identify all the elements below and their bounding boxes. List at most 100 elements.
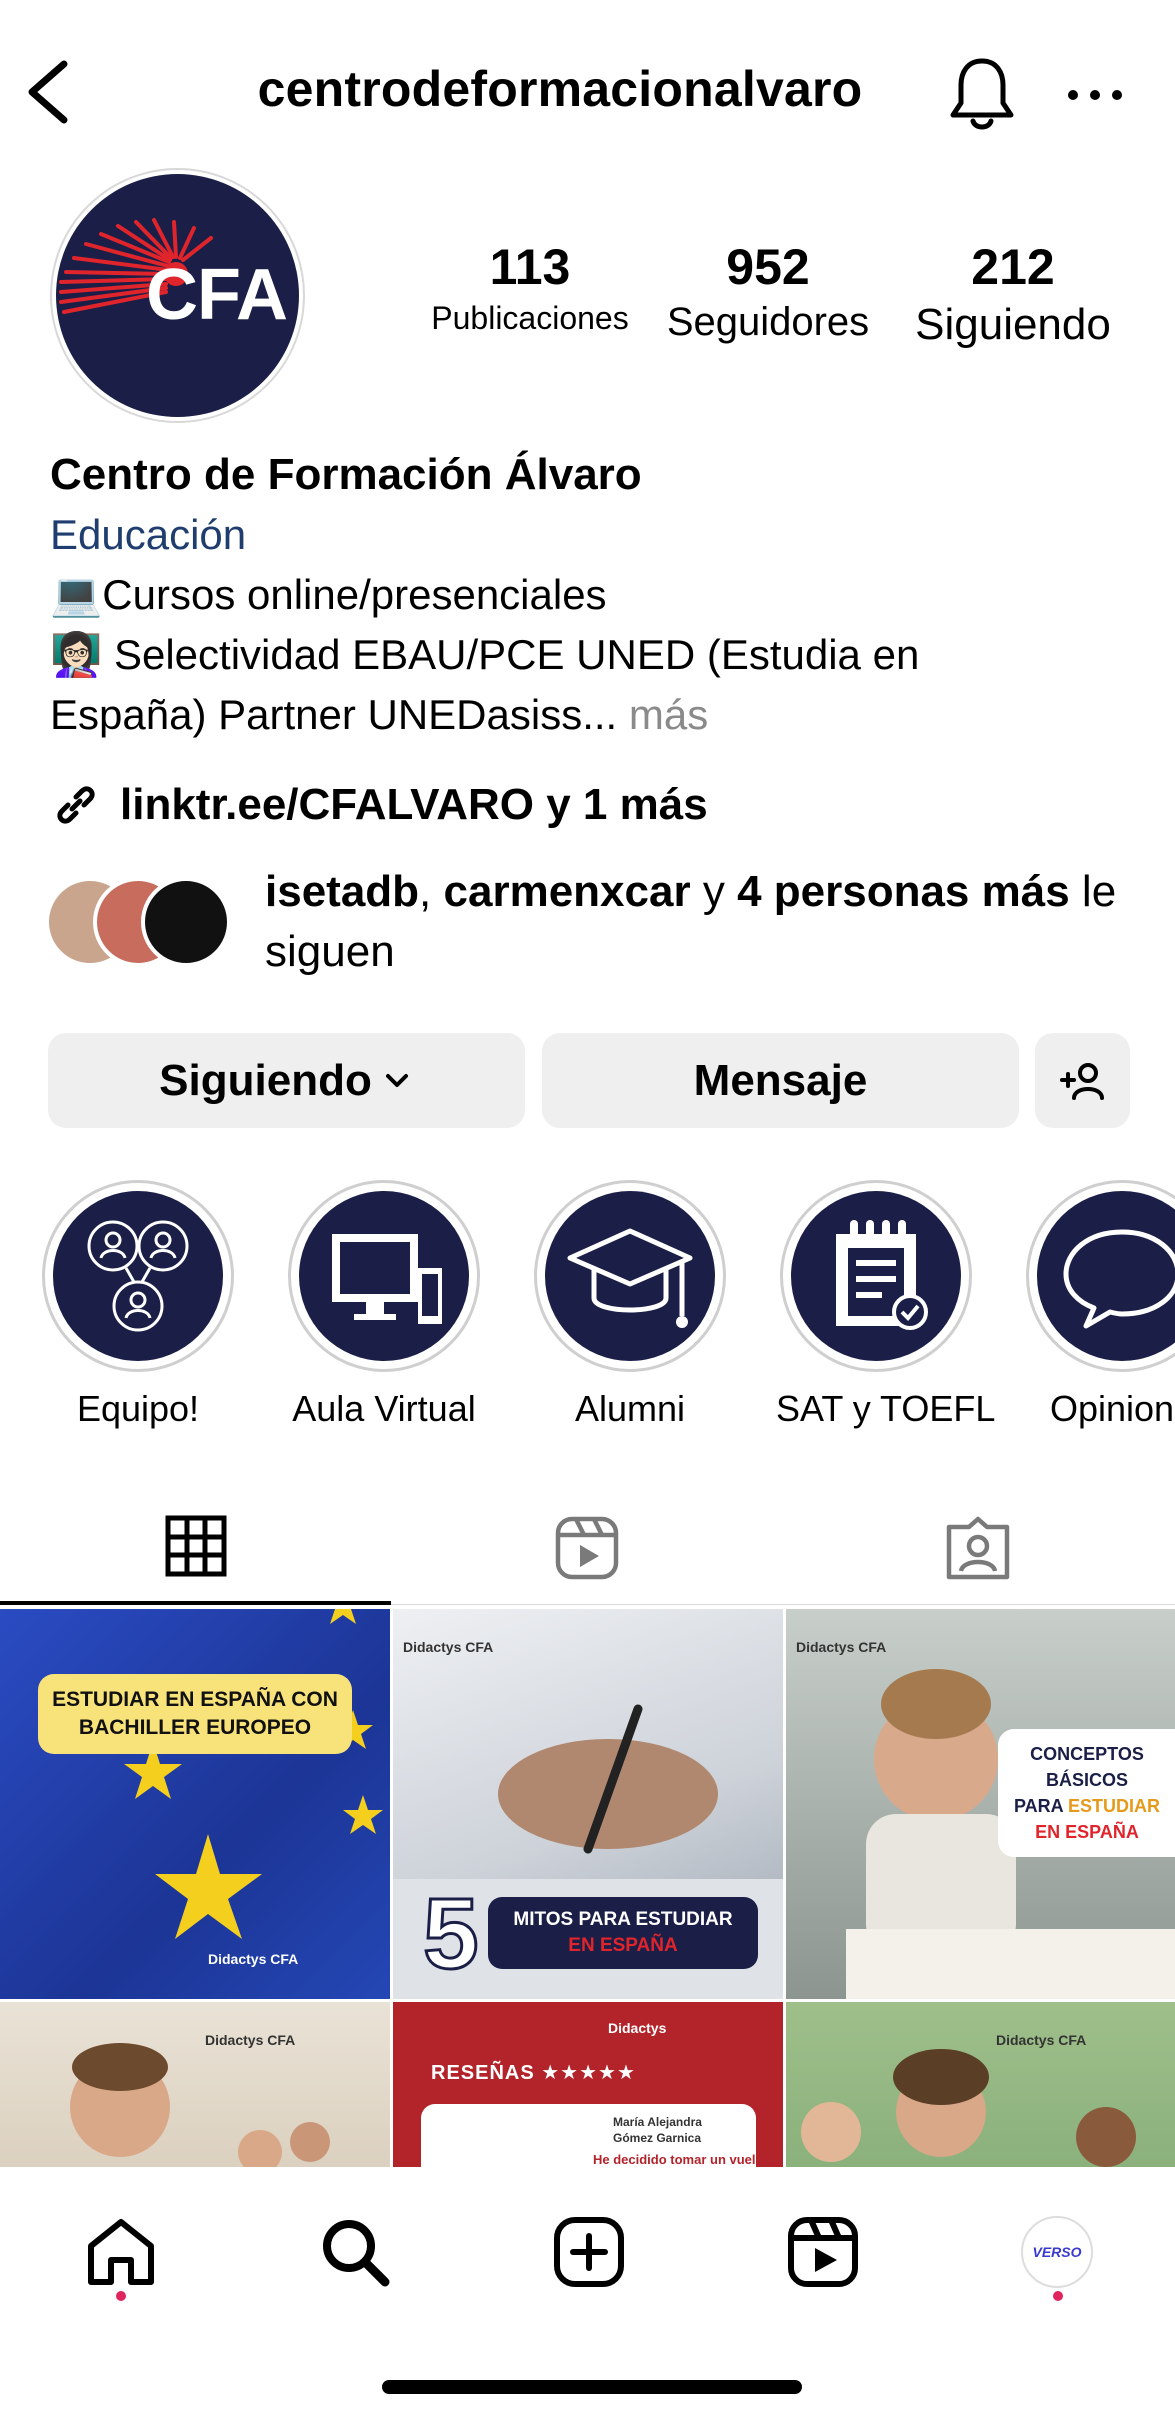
profile-avatar-text: VERSO [1032, 2244, 1082, 2260]
bio-line: 👩🏻‍🏫 Selectividad EBAU/PCE UNED (Estudia… [50, 631, 920, 678]
bio-line-text: España) Partner UNEDasiss... [50, 691, 618, 738]
post-brand: Didactys CFA [208, 1951, 299, 1967]
post-thumbnail[interactable]: CONCEPTOS BÁSICOS PARA ESTUDIAR EN ESPAÑ… [786, 1609, 1175, 1999]
avatar [141, 877, 231, 967]
speech-bubble-icon [1063, 1229, 1175, 1329]
bio-line: España) Partner UNEDasiss... más [50, 685, 1140, 745]
home-indicator [382, 2380, 802, 2394]
profile-bio: Centro de Formación Álvaro Educación 💻Cu… [50, 445, 1140, 745]
profile-display-name: Centro de Formación Álvaro [50, 450, 642, 499]
notifications-button[interactable] [945, 55, 1020, 135]
conjunction: y [702, 867, 725, 916]
post-title: ESTUDIAR EN ESPAÑA CON BACHILLER EUROPEO [38, 1674, 352, 1754]
profile-tabs [0, 1490, 1175, 1605]
following-button-label: Siguiendo [159, 1055, 372, 1105]
post-thumbnail[interactable]: 5 MITOS PARA ESTUDIAR EN ESPAÑA Didactys… [393, 1609, 783, 1999]
avatar-logo-text: CFA [146, 255, 288, 335]
link-icon [57, 786, 95, 824]
post-title-accent: EN ESPAÑA [1035, 1822, 1139, 1842]
highlight-alumni[interactable]: Alumni [530, 1180, 730, 1430]
more-options-button[interactable] [1060, 60, 1130, 130]
stat-followers-value: 952 [726, 239, 810, 295]
tab-posts-grid[interactable] [0, 1490, 391, 1605]
stat-followers-label: Seguidores [666, 300, 870, 344]
nav-profile[interactable]: VERSO [1012, 2207, 1102, 2297]
post-brand: Didactys CFA [996, 2032, 1087, 2048]
nav-search[interactable] [310, 2207, 400, 2297]
reels-icon [555, 1516, 618, 1579]
nav-home[interactable] [76, 2207, 166, 2297]
bell-icon [950, 58, 1014, 130]
profile-notification-dot [1053, 2291, 1063, 2301]
more-horizontal-icon [1068, 90, 1122, 100]
post-brand: Didactys CFA [796, 1639, 887, 1655]
bio-more-link[interactable]: más [629, 691, 708, 738]
separator: , [419, 867, 432, 916]
post-title-number: 5 [422, 1878, 481, 1990]
team-icon [87, 1220, 189, 1332]
search-icon [323, 2220, 390, 2287]
post-thumbnail[interactable]: RESEÑAS ★★★★★ María Alejandra Gómez Garn… [393, 2002, 783, 2167]
tab-tagged[interactable] [782, 1490, 1173, 1605]
review-quote: He decidido tomar un vuelo [593, 2152, 764, 2167]
suggested-users-button[interactable] [1035, 1033, 1130, 1128]
graduation-cap-icon [567, 1228, 693, 1328]
stat-posts[interactable]: 113 Publicaciones [420, 238, 640, 337]
post-title: RESEÑAS ★★★★★ [431, 2062, 636, 2084]
tab-reels[interactable] [391, 1490, 782, 1605]
reels-icon [788, 2217, 858, 2287]
add-person-icon [1059, 1062, 1104, 1100]
followers-count[interactable]: 4 personas más [737, 867, 1070, 916]
create-icon [554, 2217, 624, 2287]
highlight-opiniones[interactable]: Opinione [1022, 1180, 1175, 1430]
nav-create[interactable] [544, 2207, 634, 2297]
nav-reels[interactable] [778, 2207, 868, 2297]
post-title-accent: ESTUDIAR [1068, 1796, 1161, 1816]
story-highlights: Equipo! Aula Virtual Alumni SAT y TOEFL … [0, 1180, 1175, 1430]
home-icon [88, 2219, 154, 2285]
post-title: CONCEPTOS BÁSICOS [1030, 1744, 1144, 1790]
message-button[interactable]: Mensaje [542, 1033, 1019, 1128]
students-group-image [801, 2049, 1136, 2167]
stat-following-label: Siguiendo [915, 300, 1111, 349]
notepad-icon [836, 1220, 928, 1330]
tagged-icon [946, 1516, 1009, 1579]
highlight-label: Alumni [574, 1388, 686, 1429]
highlight-equipo[interactable]: Equipo! [38, 1180, 238, 1430]
post-brand: Didactys CFA [403, 1639, 494, 1655]
follower-name[interactable]: carmenxcar [444, 867, 691, 916]
bio-line: 💻Cursos online/presenciales [50, 571, 607, 618]
message-button-label: Mensaje [693, 1055, 868, 1105]
stat-following[interactable]: 212 Siguiendo [898, 238, 1128, 350]
profile-stats: 113 Publicaciones 952 Seguidores 212 Sig… [400, 238, 1140, 358]
post-title-accent: EN ESPAÑA [568, 1935, 678, 1956]
post-thumbnail[interactable]: ESTUDIAR EN ESPAÑA CON BACHILLER EUROPEO… [0, 1609, 390, 1999]
highlight-sat-toefl[interactable]: SAT y TOEFL [776, 1180, 995, 1430]
post-title-mid: PARA [1013, 1796, 1063, 1816]
cfa-logo: CFA [56, 174, 299, 417]
post-thumbnail[interactable]: Didactys CFA [786, 2002, 1175, 2167]
profile-avatar[interactable]: CFA [50, 168, 305, 423]
stat-followers[interactable]: 952 Seguidores [658, 238, 878, 345]
highlight-aula-virtual[interactable]: Aula Virtual [284, 1180, 484, 1430]
post-thumbnail[interactable]: Didactys CFA [0, 2002, 390, 2167]
profile-avatar-icon: VERSO [1021, 2216, 1093, 2288]
post-title-box: CONCEPTOS BÁSICOS PARA ESTUDIAR EN ESPAÑ… [998, 1729, 1175, 1857]
computer-icon [332, 1234, 442, 1324]
following-button[interactable]: Siguiendo [48, 1033, 525, 1128]
posts-grid: ESTUDIAR EN ESPAÑA CON BACHILLER EUROPEO… [0, 1609, 1175, 2167]
reviewer-name: María Alejandra Gómez Garnica [613, 2115, 702, 2145]
follower-name[interactable]: isetadb [265, 867, 419, 916]
post-brand: Didactys [608, 2020, 667, 2036]
highlight-label: Opinione [1049, 1388, 1175, 1429]
post-brand: Didactys CFA [205, 2032, 296, 2048]
chevron-down-icon [385, 1073, 408, 1087]
post-title: MITOS PARA ESTUDIAR [513, 1909, 733, 1930]
grid-icon [165, 1515, 226, 1576]
stat-following-value: 212 [971, 239, 1055, 295]
profile-category[interactable]: Educación [50, 505, 1140, 565]
highlight-label: Aula Virtual [292, 1388, 476, 1429]
mutual-follower-avatars [45, 877, 245, 972]
profile-link[interactable]: linktr.ee/CFALVARO y 1 más [50, 775, 708, 835]
followed-by-row[interactable]: isetadb, carmenxcar y 4 personas más le … [45, 862, 1145, 982]
